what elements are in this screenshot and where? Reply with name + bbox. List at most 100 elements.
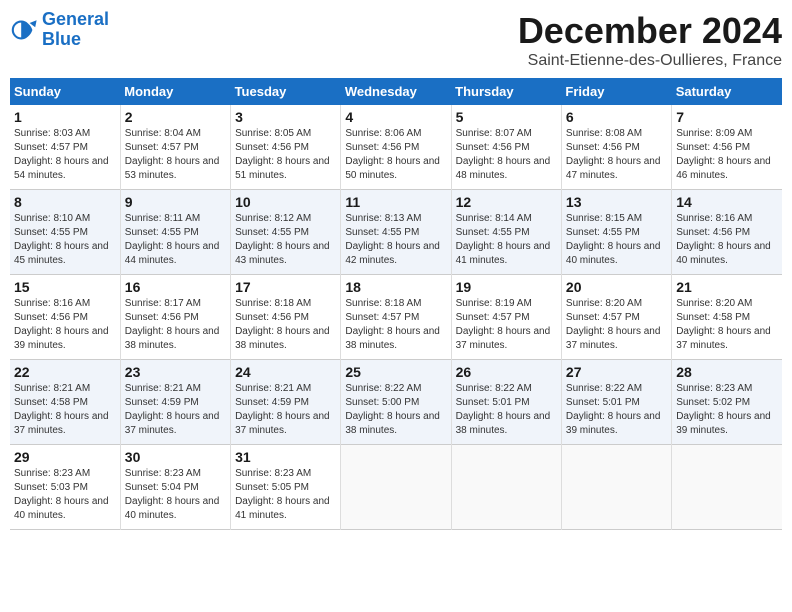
day-info: Sunrise: 8:12 AM Sunset: 4:55 PM Dayligh… — [235, 212, 336, 268]
sunrise: Sunrise: 8:22 AM — [345, 382, 446, 396]
day-info: Sunrise: 8:20 AM Sunset: 4:57 PM Dayligh… — [566, 297, 667, 353]
day-info: Sunrise: 8:08 AM Sunset: 4:56 PM Dayligh… — [566, 127, 667, 183]
day-cell: 25 Sunrise: 8:22 AM Sunset: 5:00 PM Dayl… — [341, 360, 451, 445]
week-row-5: 29 Sunrise: 8:23 AM Sunset: 5:03 PM Dayl… — [10, 445, 782, 530]
sunrise: Sunrise: 8:05 AM — [235, 127, 336, 141]
day-info: Sunrise: 8:21 AM Sunset: 4:59 PM Dayligh… — [235, 382, 336, 438]
daylight: Daylight: 8 hours and 38 minutes. — [345, 325, 446, 353]
day-number: 26 — [456, 364, 557, 380]
header-thursday: Thursday — [451, 78, 561, 105]
daylight: Daylight: 8 hours and 37 minutes. — [566, 325, 667, 353]
sunrise: Sunrise: 8:10 AM — [14, 212, 116, 226]
page-container: General Blue December 2024 Saint-Etienne… — [10, 10, 782, 530]
day-info: Sunrise: 8:04 AM Sunset: 4:57 PM Dayligh… — [125, 127, 226, 183]
sunset: Sunset: 5:04 PM — [125, 481, 226, 495]
sunset: Sunset: 4:57 PM — [14, 141, 116, 155]
day-number: 29 — [14, 449, 116, 465]
day-cell: 22 Sunrise: 8:21 AM Sunset: 4:58 PM Dayl… — [10, 360, 120, 445]
header-row: SundayMondayTuesdayWednesdayThursdayFrid… — [10, 78, 782, 105]
day-number: 30 — [125, 449, 226, 465]
daylight: Daylight: 8 hours and 39 minutes. — [14, 325, 116, 353]
header-tuesday: Tuesday — [231, 78, 341, 105]
day-number: 7 — [676, 109, 778, 125]
sunrise: Sunrise: 8:14 AM — [456, 212, 557, 226]
logo-icon — [10, 16, 38, 44]
daylight: Daylight: 8 hours and 39 minutes. — [566, 410, 667, 438]
sunset: Sunset: 5:03 PM — [14, 481, 116, 495]
day-cell: 30 Sunrise: 8:23 AM Sunset: 5:04 PM Dayl… — [120, 445, 230, 530]
sunrise: Sunrise: 8:23 AM — [235, 467, 336, 481]
day-info: Sunrise: 8:22 AM Sunset: 5:01 PM Dayligh… — [456, 382, 557, 438]
day-cell: 29 Sunrise: 8:23 AM Sunset: 5:03 PM Dayl… — [10, 445, 120, 530]
sunset: Sunset: 4:56 PM — [235, 141, 336, 155]
header-wednesday: Wednesday — [341, 78, 451, 105]
day-info: Sunrise: 8:14 AM Sunset: 4:55 PM Dayligh… — [456, 212, 557, 268]
sunrise: Sunrise: 8:16 AM — [14, 297, 116, 311]
day-number: 25 — [345, 364, 446, 380]
sunset: Sunset: 4:59 PM — [235, 396, 336, 410]
day-info: Sunrise: 8:22 AM Sunset: 5:01 PM Dayligh… — [566, 382, 667, 438]
sunset: Sunset: 5:02 PM — [676, 396, 778, 410]
day-cell: 5 Sunrise: 8:07 AM Sunset: 4:56 PM Dayli… — [451, 105, 561, 190]
daylight: Daylight: 8 hours and 47 minutes. — [566, 155, 667, 183]
daylight: Daylight: 8 hours and 39 minutes. — [676, 410, 778, 438]
day-number: 23 — [125, 364, 226, 380]
sunset: Sunset: 4:56 PM — [456, 141, 557, 155]
day-cell: 15 Sunrise: 8:16 AM Sunset: 4:56 PM Dayl… — [10, 275, 120, 360]
day-info: Sunrise: 8:06 AM Sunset: 4:56 PM Dayligh… — [345, 127, 446, 183]
day-info: Sunrise: 8:11 AM Sunset: 4:55 PM Dayligh… — [125, 212, 226, 268]
day-info: Sunrise: 8:21 AM Sunset: 4:58 PM Dayligh… — [14, 382, 116, 438]
day-info: Sunrise: 8:19 AM Sunset: 4:57 PM Dayligh… — [456, 297, 557, 353]
day-info: Sunrise: 8:07 AM Sunset: 4:56 PM Dayligh… — [456, 127, 557, 183]
daylight: Daylight: 8 hours and 54 minutes. — [14, 155, 116, 183]
sunrise: Sunrise: 8:22 AM — [456, 382, 557, 396]
sunrise: Sunrise: 8:22 AM — [566, 382, 667, 396]
day-info: Sunrise: 8:23 AM Sunset: 5:05 PM Dayligh… — [235, 467, 336, 523]
day-number: 31 — [235, 449, 336, 465]
day-number: 24 — [235, 364, 336, 380]
sunset: Sunset: 4:58 PM — [14, 396, 116, 410]
sunrise: Sunrise: 8:15 AM — [566, 212, 667, 226]
sunset: Sunset: 4:56 PM — [566, 141, 667, 155]
day-number: 2 — [125, 109, 226, 125]
sunrise: Sunrise: 8:18 AM — [345, 297, 446, 311]
day-number: 12 — [456, 194, 557, 210]
sunrise: Sunrise: 8:23 AM — [14, 467, 116, 481]
daylight: Daylight: 8 hours and 40 minutes. — [125, 495, 226, 523]
daylight: Daylight: 8 hours and 46 minutes. — [676, 155, 778, 183]
day-number: 15 — [14, 279, 116, 295]
day-info: Sunrise: 8:05 AM Sunset: 4:56 PM Dayligh… — [235, 127, 336, 183]
day-cell: 14 Sunrise: 8:16 AM Sunset: 4:56 PM Dayl… — [672, 190, 782, 275]
day-number: 11 — [345, 194, 446, 210]
day-info: Sunrise: 8:18 AM Sunset: 4:56 PM Dayligh… — [235, 297, 336, 353]
sunset: Sunset: 5:00 PM — [345, 396, 446, 410]
day-info: Sunrise: 8:09 AM Sunset: 4:56 PM Dayligh… — [676, 127, 778, 183]
day-info: Sunrise: 8:13 AM Sunset: 4:55 PM Dayligh… — [345, 212, 446, 268]
sunrise: Sunrise: 8:11 AM — [125, 212, 226, 226]
day-cell — [672, 445, 782, 530]
daylight: Daylight: 8 hours and 38 minutes. — [456, 410, 557, 438]
day-cell: 10 Sunrise: 8:12 AM Sunset: 4:55 PM Dayl… — [231, 190, 341, 275]
sunrise: Sunrise: 8:04 AM — [125, 127, 226, 141]
sunrise: Sunrise: 8:03 AM — [14, 127, 116, 141]
day-number: 9 — [125, 194, 226, 210]
day-cell — [341, 445, 451, 530]
sunrise: Sunrise: 8:20 AM — [676, 297, 778, 311]
daylight: Daylight: 8 hours and 41 minutes. — [235, 495, 336, 523]
day-info: Sunrise: 8:15 AM Sunset: 4:55 PM Dayligh… — [566, 212, 667, 268]
day-cell: 2 Sunrise: 8:04 AM Sunset: 4:57 PM Dayli… — [120, 105, 230, 190]
day-number: 22 — [14, 364, 116, 380]
sunset: Sunset: 5:01 PM — [566, 396, 667, 410]
sunset: Sunset: 4:55 PM — [345, 226, 446, 240]
sunset: Sunset: 4:57 PM — [456, 311, 557, 325]
sunset: Sunset: 4:55 PM — [125, 226, 226, 240]
day-number: 18 — [345, 279, 446, 295]
day-info: Sunrise: 8:23 AM Sunset: 5:02 PM Dayligh… — [676, 382, 778, 438]
day-info: Sunrise: 8:10 AM Sunset: 4:55 PM Dayligh… — [14, 212, 116, 268]
day-number: 5 — [456, 109, 557, 125]
day-cell: 21 Sunrise: 8:20 AM Sunset: 4:58 PM Dayl… — [672, 275, 782, 360]
day-cell: 20 Sunrise: 8:20 AM Sunset: 4:57 PM Dayl… — [561, 275, 671, 360]
sunset: Sunset: 4:55 PM — [566, 226, 667, 240]
sunset: Sunset: 4:56 PM — [125, 311, 226, 325]
logo-text: General Blue — [42, 10, 109, 50]
